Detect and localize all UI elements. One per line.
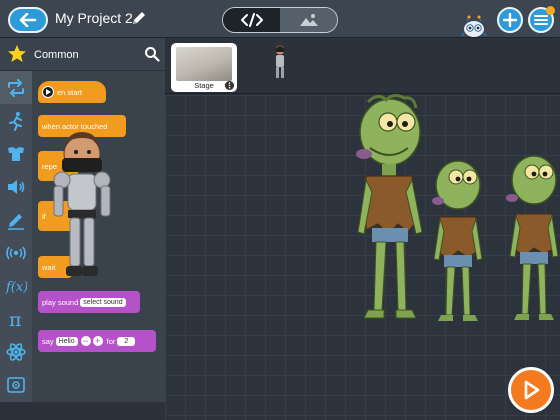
- star-icon[interactable]: [7, 44, 27, 64]
- block-say[interactable]: say Hello − + for 2: [38, 330, 156, 352]
- svg-text:f(x): f(x): [5, 280, 27, 295]
- rail-item-looks[interactable]: [0, 137, 32, 170]
- play-icon: [524, 380, 540, 400]
- add-button[interactable]: [497, 7, 523, 33]
- rail-item-events[interactable]: [0, 236, 32, 269]
- block-when-game-starts[interactable]: en start: [38, 81, 106, 103]
- notification-badge: [546, 6, 555, 15]
- image-icon: [7, 376, 25, 393]
- zombie-sprite-large[interactable]: [350, 92, 430, 324]
- repeat-icon: [8, 78, 24, 97]
- pi-icon: π: [9, 310, 22, 328]
- atom-icon: [6, 342, 26, 361]
- rail-item-science[interactable]: [0, 335, 32, 368]
- project-title[interactable]: My Project 2: [55, 10, 133, 26]
- edit-title-icon[interactable]: [130, 9, 148, 27]
- svg-text:π: π: [9, 310, 22, 328]
- play-flag-icon: [42, 86, 54, 98]
- scene-view-tab[interactable]: [280, 8, 337, 32]
- block-play-sound[interactable]: play sound select sound: [38, 291, 140, 313]
- hopscotch-mascot-icon[interactable]: [461, 14, 487, 38]
- say-text-field[interactable]: Hello: [55, 336, 78, 346]
- pen-icon: [8, 213, 24, 230]
- rail-item-pen[interactable]: [0, 203, 32, 236]
- duration-field[interactable]: 2: [117, 336, 136, 346]
- category-label: Common: [34, 49, 79, 61]
- view-toggle: [222, 7, 338, 33]
- speaker-icon: [8, 179, 25, 194]
- zombie-sprite-medium[interactable]: [428, 155, 488, 325]
- play-button[interactable]: [508, 367, 554, 413]
- stage-card[interactable]: Stage: [171, 43, 237, 92]
- top-bar: My Project 2: [0, 0, 560, 38]
- sound-select-field[interactable]: select sound: [80, 297, 126, 307]
- list-menu-icon: [534, 15, 548, 25]
- running-figure-icon: [9, 111, 22, 131]
- category-rail: f(x) π: [0, 71, 32, 402]
- rail-item-scene[interactable]: [0, 368, 32, 401]
- minus-icon[interactable]: −: [80, 336, 91, 346]
- zombie-sprite-small[interactable]: [502, 150, 560, 325]
- block-label: play sound: [42, 297, 79, 307]
- rail-item-motion[interactable]: [0, 104, 32, 137]
- broadcast-icon: [6, 246, 26, 259]
- plus-icon: [503, 13, 517, 27]
- plus-icon[interactable]: +: [92, 336, 103, 346]
- costume-icon: [8, 146, 24, 161]
- rail-item-functions[interactable]: f(x): [0, 269, 32, 302]
- rail-item-math[interactable]: π: [0, 302, 32, 335]
- search-icon[interactable]: [144, 46, 160, 62]
- more-options-icon[interactable]: [225, 81, 234, 90]
- knight-sprite-dragging[interactable]: [46, 130, 118, 288]
- function-icon: f(x): [5, 280, 27, 295]
- block-label: say: [42, 336, 54, 346]
- scene-icon: [299, 14, 318, 26]
- back-button[interactable]: [8, 7, 48, 33]
- code-icon: [240, 13, 263, 27]
- code-view-tab[interactable]: [223, 8, 280, 32]
- app-root: My Project 2 Common f(x) π en start when…: [0, 0, 560, 420]
- palette-header: Common: [0, 38, 165, 71]
- stage-thumbnail: [176, 47, 232, 81]
- for-label: for: [106, 336, 116, 346]
- rail-item-control[interactable]: [0, 71, 32, 104]
- back-arrow-icon: [19, 13, 37, 27]
- rail-item-sound[interactable]: [0, 170, 32, 203]
- block-label: en start: [57, 87, 83, 97]
- object-strip: Stage: [165, 38, 560, 94]
- menu-button[interactable]: [528, 6, 555, 33]
- knight-sprite-thumbnail[interactable]: [273, 44, 287, 82]
